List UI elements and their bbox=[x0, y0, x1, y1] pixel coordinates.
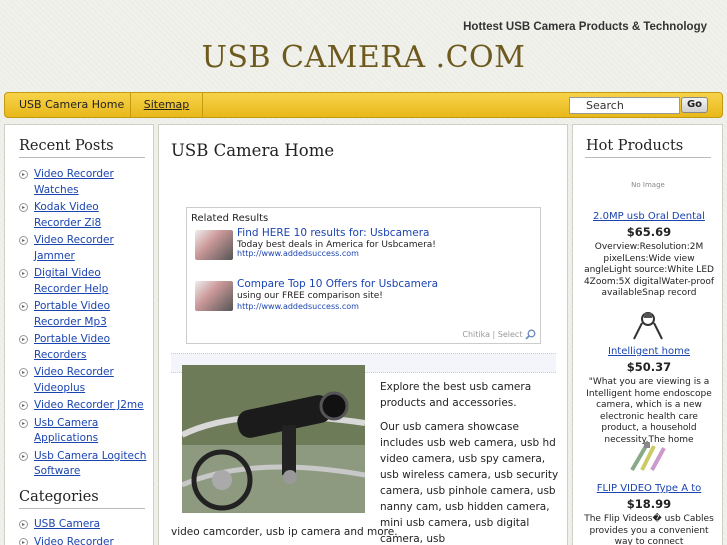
sidebar-post-item[interactable]: ▸ Video Recorder bbox=[17, 535, 149, 545]
chitika-text: Chitika | Select bbox=[462, 330, 523, 339]
sidebar-post-item[interactable]: ▸ Video Recorder Watches bbox=[17, 167, 149, 198]
related-results-title: Related Results bbox=[191, 213, 269, 224]
product-card: Intelligent home $50.37 "What you are vi… bbox=[581, 346, 717, 446]
ad-link[interactable]: Find HERE 10 results for: Usbcamera bbox=[237, 227, 429, 239]
chitika-label[interactable]: Chitika | Select bbox=[462, 329, 536, 340]
product-description: "What you are viewing is a Intelligent h… bbox=[586, 377, 712, 445]
categories-list: ▸ USB Camera ▸ Video Recorder bbox=[17, 517, 149, 545]
sidebar-post-link[interactable]: Video Recorder bbox=[34, 234, 114, 246]
sidebar-post-link[interactable]: Portable Video bbox=[34, 300, 110, 312]
product-link[interactable]: Intelligent home bbox=[581, 346, 717, 357]
sidebar-post-link[interactable]: Video Recorder bbox=[34, 366, 114, 378]
sidebar-post-item[interactable]: ▸ Usb Camera Applications bbox=[17, 416, 149, 447]
bullet-arrow-icon: ▸ bbox=[19, 203, 28, 212]
sidebar-post-link[interactable]: Jammer bbox=[34, 250, 75, 262]
ad-description: using our FREE comparison site! bbox=[237, 291, 383, 301]
intro-text: Explore the best usb camera products and… bbox=[380, 381, 532, 409]
sidebar-post-item[interactable]: ▸ Portable Video Recorder Mp3 bbox=[17, 299, 149, 330]
sidebar-post-link[interactable]: Applications bbox=[34, 432, 98, 444]
sidebar-post-link[interactable]: Portable Video bbox=[34, 333, 110, 345]
endoscope-product-image[interactable] bbox=[628, 309, 668, 341]
left-sidebar: Recent Posts ▸ Video Recorder Watches ▸ Koda… bbox=[4, 124, 154, 545]
sidebar-post-link[interactable]: Video Recorder J2me bbox=[34, 399, 144, 411]
sidebar-post-item[interactable]: ▸ Usb Camera Logitech Software bbox=[17, 449, 149, 480]
product-description: Overview:Resolution:2M pixelLens:Wide vi… bbox=[583, 242, 715, 298]
sidebar-post-item[interactable]: ▸ Digital Video Recorder Help bbox=[17, 266, 149, 297]
ad-link[interactable]: Compare Top 10 Offers for Usbcamera bbox=[237, 278, 438, 290]
tagline: Hottest USB Camera Products & Technology bbox=[463, 21, 707, 33]
sidebar-post-link[interactable]: Watches bbox=[34, 184, 79, 196]
bullet-arrow-icon: ▸ bbox=[19, 401, 28, 410]
sidebar-post-link[interactable]: USB Camera bbox=[34, 518, 100, 530]
bullet-arrow-icon: ▸ bbox=[19, 269, 28, 278]
sidebar-post-item[interactable]: ▸ USB Camera bbox=[17, 517, 149, 533]
sidebar-post-link[interactable]: Recorder Help bbox=[34, 283, 108, 295]
usb-cable-product-image[interactable] bbox=[628, 440, 668, 474]
page-title: USB Camera Home bbox=[171, 141, 335, 160]
nav-bar: USB Camera Home Sitemap Search Go bbox=[4, 92, 723, 118]
sidebar-post-link[interactable]: Video Recorder bbox=[34, 168, 114, 180]
hot-products-sidebar: Hot Products No Image 2.0MP usb Oral Den… bbox=[572, 124, 723, 545]
product-description: The Flip Videos� usb Cables provides you… bbox=[584, 514, 714, 545]
nav-home-link[interactable]: USB Camera Home bbox=[13, 93, 131, 117]
sidebar-post-item[interactable]: ▸ Portable Video Recorders bbox=[17, 332, 149, 363]
sidebar-post-item[interactable]: ▸ Video Recorder Jammer bbox=[17, 233, 149, 264]
search-go-button[interactable]: Go bbox=[681, 97, 708, 113]
recent-posts-heading: Recent Posts bbox=[19, 138, 145, 158]
ad-thumbnail[interactable] bbox=[195, 230, 233, 260]
sidebar-post-link[interactable]: Usb Camera Logitech bbox=[34, 450, 146, 462]
sidebar-post-link[interactable]: Recorder Zi8 bbox=[34, 217, 101, 229]
bullet-arrow-icon: ▸ bbox=[19, 368, 28, 377]
product-link[interactable]: FLIP VIDEO Type A to bbox=[581, 483, 717, 494]
main-content: USB Camera Home Related Results Find HER… bbox=[158, 124, 568, 545]
heading-divider bbox=[585, 157, 711, 158]
bullet-arrow-icon: ▸ bbox=[19, 170, 28, 179]
bullet-arrow-icon: ▸ bbox=[19, 537, 28, 545]
ad-thumbnail[interactable] bbox=[195, 281, 233, 311]
bullet-arrow-icon: ▸ bbox=[19, 520, 28, 529]
product-card: FLIP VIDEO Type A to $18.99 The Flip Vid… bbox=[581, 483, 717, 545]
bullet-arrow-icon: ▸ bbox=[19, 335, 28, 344]
search-input[interactable]: Search bbox=[569, 97, 680, 114]
sidebar-post-link[interactable]: Recorders bbox=[34, 349, 87, 361]
sidebar-post-link[interactable]: Recorder Mp3 bbox=[34, 316, 107, 328]
camera-illustration bbox=[182, 365, 365, 513]
usb-camera-photo bbox=[182, 365, 365, 513]
product-link[interactable]: 2.0MP usb Oral Dental bbox=[581, 211, 717, 222]
recent-posts-list: ▸ Video Recorder Watches ▸ Kodak Video Record… bbox=[17, 167, 149, 482]
bullet-arrow-icon: ▸ bbox=[19, 236, 28, 245]
sidebar-post-link[interactable]: Usb Camera bbox=[34, 417, 98, 429]
bullet-arrow-icon: ▸ bbox=[19, 302, 28, 311]
sidebar-post-item[interactable]: ▸ Kodak Video Recorder Zi8 bbox=[17, 200, 149, 231]
sidebar-post-link[interactable]: Digital Video bbox=[34, 267, 101, 279]
sidebar-post-link[interactable]: Videoplus bbox=[34, 382, 85, 394]
site-logo[interactable]: USB CAMERA .COM bbox=[0, 40, 727, 75]
no-image-placeholder[interactable]: No Image bbox=[613, 181, 683, 190]
product-price: $50.37 bbox=[626, 360, 672, 374]
nav-sitemap-link[interactable]: Sitemap bbox=[131, 93, 203, 117]
magnifier-icon bbox=[525, 329, 536, 340]
product-price: $18.99 bbox=[626, 497, 672, 511]
sidebar-post-link[interactable]: Software bbox=[34, 465, 80, 477]
ad-url[interactable]: http://www.addedsuccess.com bbox=[237, 249, 359, 258]
sidebar-post-item[interactable]: ▸ Video Recorder J2me bbox=[17, 398, 149, 414]
bullet-arrow-icon: ▸ bbox=[19, 418, 28, 428]
product-card: 2.0MP usb Oral Dental $65.69 Overview:Re… bbox=[581, 211, 717, 300]
body-text-tail: video camcorder, usb ip camera and more. bbox=[171, 526, 398, 538]
ad-url[interactable]: http://www.addedsuccess.com bbox=[237, 302, 359, 311]
sidebar-post-item[interactable]: ▸ Video Recorder Videoplus bbox=[17, 365, 149, 396]
bullet-arrow-icon: ▸ bbox=[19, 451, 28, 461]
sidebar-post-link[interactable]: Kodak Video bbox=[34, 201, 99, 213]
categories-heading: Categories bbox=[19, 489, 145, 509]
sidebar-post-link[interactable]: Video Recorder bbox=[34, 536, 114, 545]
hot-products-heading: Hot Products bbox=[586, 138, 684, 154]
related-results-box: Related Results Find HERE 10 results for… bbox=[186, 207, 541, 344]
product-price: $65.69 bbox=[626, 225, 672, 239]
